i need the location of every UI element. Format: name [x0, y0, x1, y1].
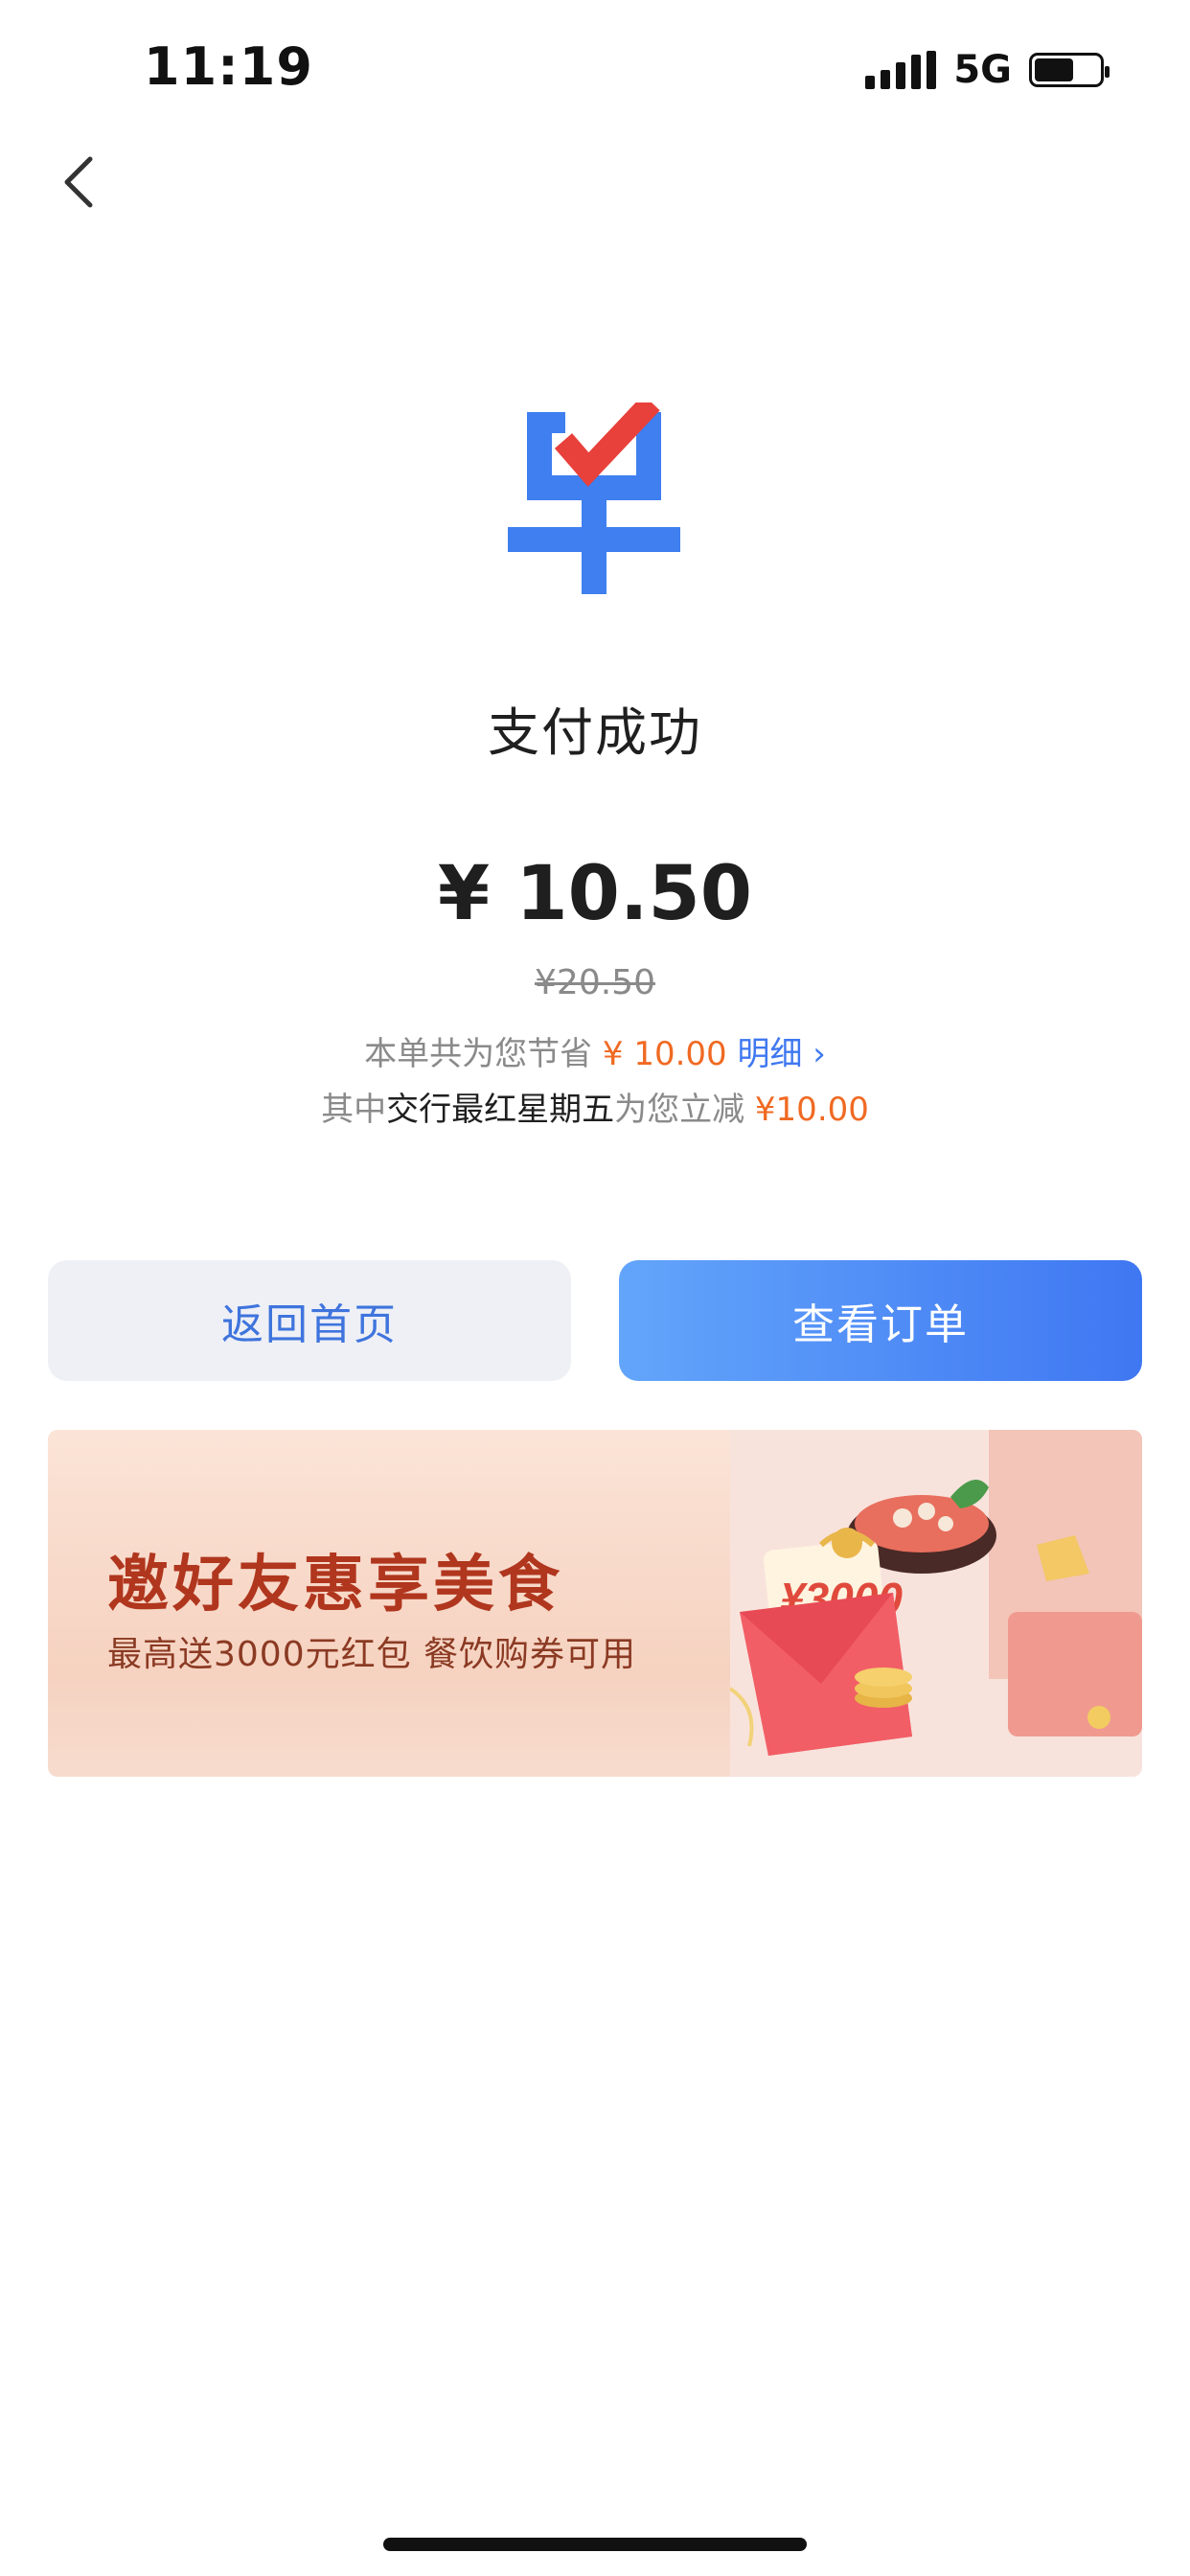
chevron-left-icon	[64, 156, 93, 208]
network-label: 5G	[953, 48, 1012, 92]
savings-amount: ¥ 10.00	[602, 1035, 727, 1073]
home-indicator[interactable]	[383, 2538, 807, 2551]
invite-friends-banner[interactable]: 邀好友惠享美食 最高送3000元红包 餐饮购券可用 ¥3000	[48, 1430, 1142, 1777]
order-check-logo	[508, 394, 680, 594]
banner-subtitle: 最高送3000元红包 餐饮购券可用	[107, 1635, 637, 1674]
savings-prefix: 本单共为您节省	[364, 1035, 593, 1073]
details-link[interactable]: 明细 ›	[738, 1035, 826, 1073]
promo-prefix: 其中	[321, 1091, 387, 1129]
promo-middle: 为您立减	[614, 1091, 745, 1129]
promo-name: 交行最红星期五	[386, 1091, 615, 1129]
view-order-button[interactable]: 查看订单	[619, 1260, 1142, 1381]
promo-line: 其中交行最红星期五为您立减 ¥10.00	[0, 1083, 1190, 1130]
signal-icon	[865, 51, 937, 89]
battery-icon	[1029, 53, 1110, 87]
original-price: ¥20.50	[535, 963, 655, 1002]
paid-amount: ¥ 10.50	[437, 851, 753, 937]
promo-amount: ¥10.00	[754, 1091, 869, 1129]
status-time: 11:19	[144, 36, 313, 97]
details-link-label: 明细	[737, 1035, 803, 1073]
back-home-button[interactable]: 返回首页	[48, 1260, 571, 1381]
back-button[interactable]	[48, 144, 125, 220]
chevron-right-icon: ›	[802, 1035, 826, 1073]
savings-line: 本单共为您节省 ¥ 10.00 明细 ›	[0, 1027, 1190, 1074]
red-envelope-illustration: ¥3000	[730, 1430, 1142, 1777]
status-icons: 5G	[865, 48, 1110, 92]
banner-title: 邀好友惠享美食	[107, 1550, 563, 1621]
payment-success-title: 支付成功	[488, 702, 702, 763]
